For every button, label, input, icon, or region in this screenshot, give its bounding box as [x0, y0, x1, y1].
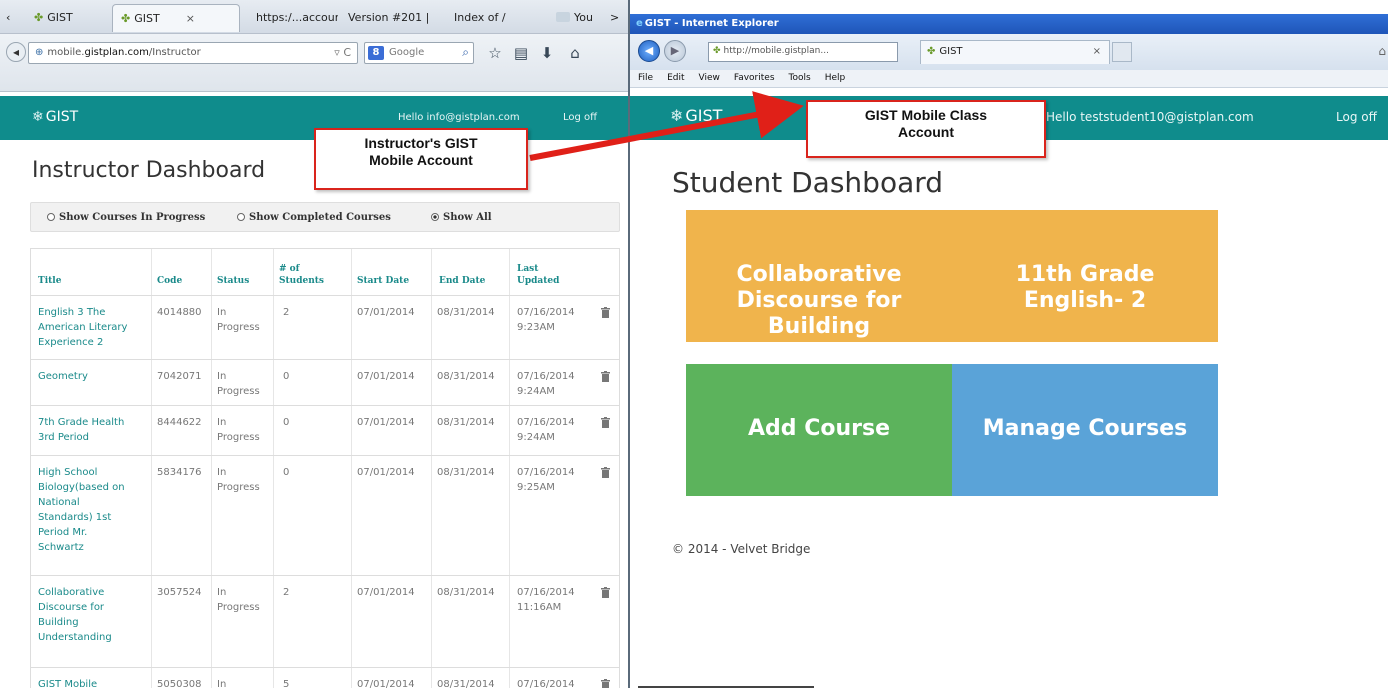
student-account-callout: GIST Mobile Class Account: [806, 100, 1046, 158]
screenshot-composite: ✤ GIST ✤ GIST × https:/...account Version #…: [0, 0, 1388, 688]
annotation-arrow: [529, 91, 804, 161]
instructor-account-callout: Instructor's GIST Mobile Account: [314, 128, 528, 190]
